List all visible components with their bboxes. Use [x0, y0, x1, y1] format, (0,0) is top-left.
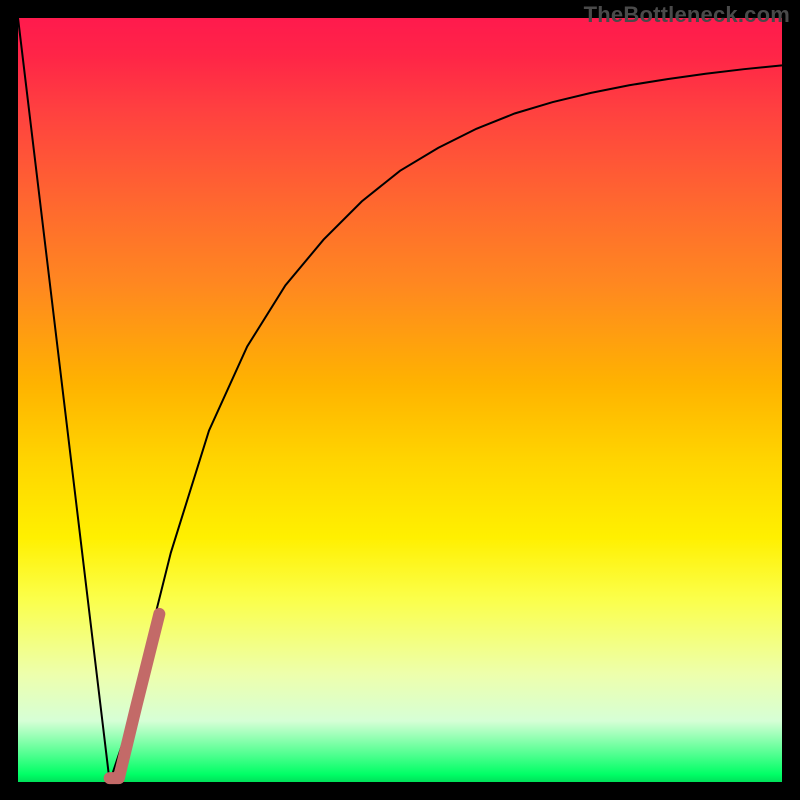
highlight-segment [110, 614, 160, 778]
main-curve [18, 18, 782, 782]
watermark-text: TheBottleneck.com [584, 2, 790, 28]
curve-layer [18, 18, 782, 782]
chart-container: { "watermark": "TheBottleneck.com", "fra… [0, 0, 800, 800]
